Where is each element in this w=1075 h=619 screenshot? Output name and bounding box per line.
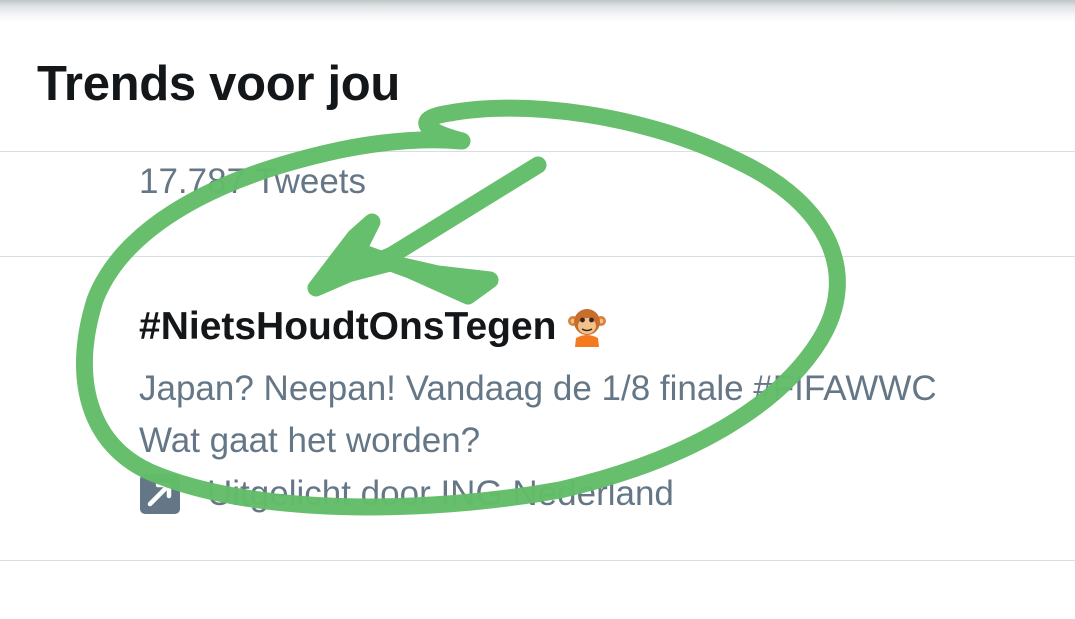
top-shadow <box>0 0 1075 22</box>
trend-item[interactable]: 17.787 Tweets <box>0 152 1075 256</box>
tweet-count: 17.787 Tweets <box>139 162 367 201</box>
trend-description: Japan? Neepan! Vandaag de 1/8 finale #FI… <box>139 363 1039 467</box>
hashtag-row: #NietsHoudtOnsTegen <box>139 305 607 349</box>
description-line: Japan? Neepan! Vandaag de 1/8 finale #FI… <box>139 369 937 408</box>
promoted-row: Uitgelicht door ING Nederland <box>139 473 674 515</box>
monkey-mascot-icon <box>568 307 607 347</box>
trend-hashtag: #NietsHoudtOnsTegen <box>139 305 557 348</box>
section-title: Trends voor jou <box>37 57 401 111</box>
divider <box>0 560 1075 561</box>
trends-screen: Trends voor jou 17.787 Tweets #NietsHoud… <box>0 0 1075 619</box>
promoted-arrow-icon <box>139 473 181 515</box>
description-line: Wat gaat het worden? <box>139 421 481 460</box>
promoted-trend-item[interactable]: #NietsHoudtOnsTegen Japan? Neepan! Vanda… <box>0 257 1075 560</box>
promoted-label: Uitgelicht door ING Nederland <box>207 474 674 513</box>
